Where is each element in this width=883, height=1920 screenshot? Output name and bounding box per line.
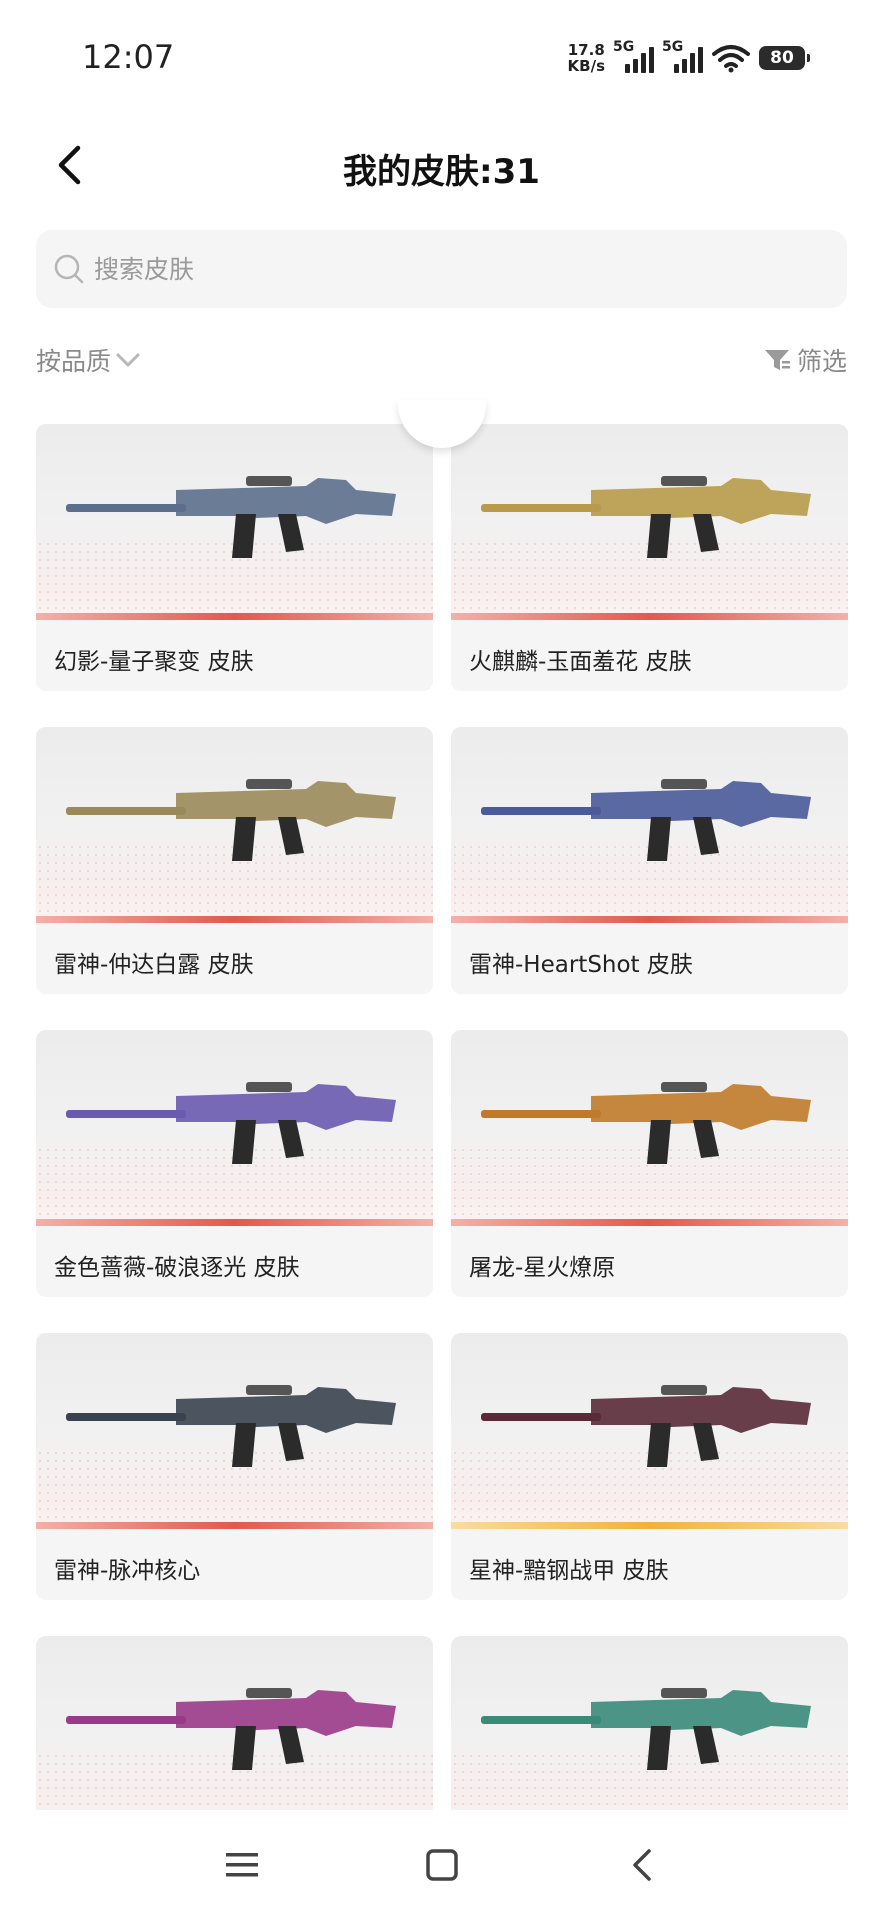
- filter-button[interactable]: 筛选: [763, 342, 847, 378]
- sort-by-quality-dropdown[interactable]: 按品质: [36, 342, 141, 378]
- skin-card[interactable]: 雷神-仲达白露 皮肤: [36, 727, 433, 994]
- weapon-icon: [66, 476, 396, 558]
- skin-name: 屠龙-星火燎原: [469, 1255, 616, 1281]
- skin-image: [36, 1030, 433, 1226]
- weapon-icon: [481, 1688, 811, 1770]
- home-icon: [425, 1849, 458, 1881]
- skin-name: 雷神-仲达白露 皮肤: [54, 952, 254, 978]
- weapon-icon: [481, 476, 811, 558]
- skin-name: 幻影-量子聚变 皮肤: [54, 649, 254, 675]
- page-header: 我的皮肤:31: [0, 130, 883, 210]
- weapon-icon: [481, 1082, 811, 1164]
- skin-name: 雷神-脉冲核心: [54, 1558, 201, 1584]
- menu-button[interactable]: [217, 1840, 267, 1890]
- status-time: 12:07: [82, 38, 175, 76]
- weapon-icon: [66, 779, 396, 861]
- skin-image: [451, 1030, 848, 1226]
- chevron-down-icon: [116, 353, 140, 367]
- skin-image: [451, 1333, 848, 1529]
- page-title: 我的皮肤:31: [343, 152, 540, 192]
- skin-image: [36, 424, 433, 620]
- skin-card[interactable]: 金色蔷薇-破浪逐光 皮肤: [36, 1030, 433, 1297]
- filter-row: 按品质 筛选: [36, 342, 847, 382]
- sort-label: 按品质: [36, 347, 112, 376]
- skin-name: 火麒麟-玉面羞花 皮肤: [469, 649, 692, 675]
- skin-name: 雷神-HeartShot 皮肤: [469, 952, 693, 978]
- skin-image: [451, 1636, 848, 1832]
- skin-image: [451, 424, 848, 620]
- menu-icon: [225, 1853, 258, 1877]
- back-icon: [632, 1849, 651, 1881]
- weapon-icon: [66, 1385, 396, 1467]
- status-icons: 17.8 KB/s 5G 5G 80: [567, 39, 810, 76]
- skin-image: [36, 1636, 433, 1832]
- nav-back-button[interactable]: [617, 1840, 667, 1890]
- signal-icon-sim1: 5G: [613, 39, 654, 73]
- skin-card[interactable]: 雷神-脉冲核心: [36, 1333, 433, 1600]
- filter-label: 筛选: [796, 347, 847, 376]
- skin-card[interactable]: 火麒麟-玉面羞花 皮肤: [451, 424, 848, 691]
- status-bar: 12:07 17.8 KB/s 5G 5G 80: [0, 0, 883, 110]
- weapon-icon: [481, 779, 811, 861]
- weapon-icon: [481, 1385, 811, 1467]
- weapon-icon: [66, 1688, 396, 1770]
- skin-card[interactable]: 屠龙-星火燎原: [451, 1030, 848, 1297]
- wifi-icon: [712, 45, 750, 73]
- filter-icon: [764, 350, 790, 370]
- skin-card[interactable]: 星神-黯钢战甲 皮肤: [451, 1333, 848, 1600]
- search-icon: [52, 252, 86, 286]
- skin-name: 星神-黯钢战甲 皮肤: [469, 1558, 669, 1584]
- skin-image: [36, 1333, 433, 1529]
- signal-icon-sim2: 5G: [662, 39, 703, 73]
- weapon-icon: [66, 1082, 396, 1164]
- skin-card[interactable]: 雷神-HeartShot 皮肤: [451, 727, 848, 994]
- network-speed: 17.8 KB/s: [567, 41, 605, 75]
- home-button[interactable]: [417, 1840, 467, 1890]
- battery-indicator: 80: [759, 46, 810, 70]
- skin-name: 金色蔷薇-破浪逐光 皮肤: [54, 1255, 300, 1281]
- system-navigation-bar: [0, 1810, 883, 1920]
- skin-image: [451, 727, 848, 923]
- skin-card[interactable]: 幻影-量子聚变 皮肤: [36, 424, 433, 691]
- search-input[interactable]: [92, 253, 796, 285]
- search-bar[interactable]: [36, 230, 847, 308]
- skin-image: [36, 727, 433, 923]
